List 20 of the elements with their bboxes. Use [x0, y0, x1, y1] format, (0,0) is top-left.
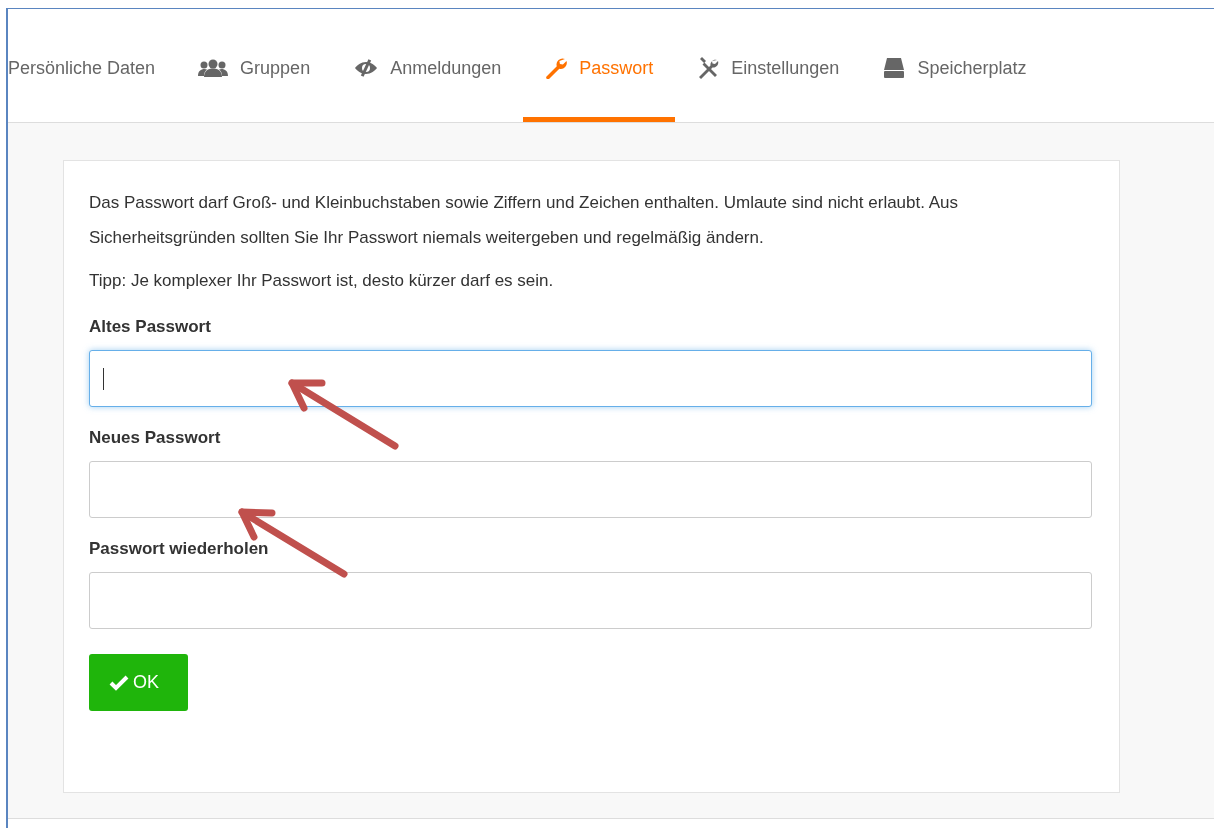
- tab[interactable]: Anmeldungen: [332, 9, 524, 122]
- info-paragraph: Das Passwort darf Groß- und Kleinbuchstaben sowie Ziffern und Zeichen enthalten. Umlaute sind nicht erlaubt. Aus Sicherheitsgründen sollten Sie Ihr Passwort niemals weitergeben und regelmäßig ändern.: [89, 192, 960, 249]
- tab[interactable]: Persönliche Daten: [8, 9, 177, 122]
- field-label: Altes Passwort: [89, 316, 212, 338]
- tools-icon: [697, 57, 720, 79]
- check-icon: [109, 674, 129, 691]
- password-field[interactable]: [89, 461, 1092, 518]
- tab[interactable]: Einstellungen: [675, 9, 862, 122]
- password-field[interactable]: [89, 572, 1092, 629]
- field-label: Neues Passwort: [89, 427, 222, 449]
- hard-drive-icon: [883, 58, 906, 78]
- field-label: Passwort wiederholen: [89, 538, 270, 560]
- wrench-icon: [545, 57, 568, 79]
- eye-slash-icon: [354, 59, 379, 77]
- tab[interactable]: Gruppen: [176, 9, 333, 122]
- tab[interactable]: Speicherplatz: [861, 9, 1049, 122]
- tip-text: Tipp: Je komplexer Ihr Passwort ist, desto kürzer darf es sein.: [89, 270, 555, 292]
- password-field[interactable]: [89, 350, 1092, 407]
- users-icon: [198, 59, 229, 77]
- text-cursor: [103, 367, 104, 390]
